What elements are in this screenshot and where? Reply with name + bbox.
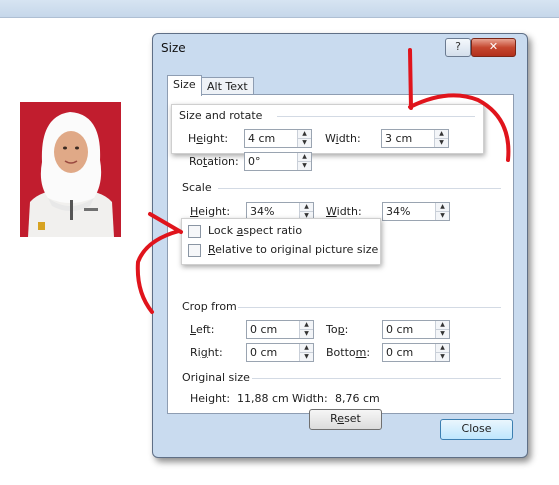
tab-size[interactable]: Size	[167, 75, 202, 96]
annotation-overlay	[135, 48, 511, 314]
annotation-arrow-curve	[408, 93, 511, 162]
annotation-arrow-line	[148, 212, 183, 234]
annotation-arrow-line	[408, 48, 413, 110]
annotation-arrow-curve	[135, 229, 181, 314]
